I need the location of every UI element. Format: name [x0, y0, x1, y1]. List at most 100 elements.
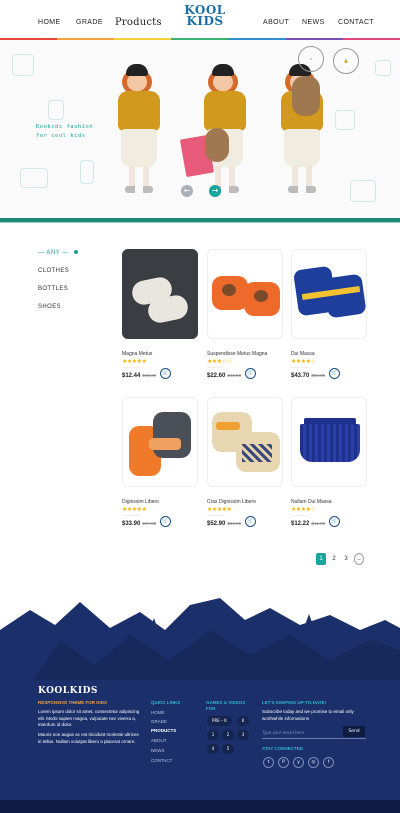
- footer-text-1: Lorem ipsum dolor sit amet, consectetur …: [38, 709, 140, 727]
- grade-chip-prek[interactable]: PRE – K: [207, 716, 232, 726]
- footer-link-contact[interactable]: CONTACT: [151, 758, 172, 763]
- hero-next-arrow-icon[interactable]: →: [209, 185, 221, 197]
- footer-link-products[interactable]: PRODUCTS: [151, 728, 176, 733]
- model-photo-1: [112, 58, 172, 218]
- doodle-icon: [48, 100, 64, 120]
- hero-tagline: Kookids fashion for cool kids: [36, 123, 93, 141]
- stamp-icon: ⌕: [298, 46, 324, 72]
- product-image[interactable]: [291, 397, 367, 487]
- pinterest-icon[interactable]: P: [278, 757, 289, 768]
- footer-link-about[interactable]: ABOUT: [151, 738, 167, 743]
- doodle-icon: [350, 180, 376, 202]
- add-to-cart-icon[interactable]: 🛒: [329, 516, 340, 527]
- add-to-cart-icon[interactable]: 🛒: [329, 368, 340, 379]
- page-1[interactable]: 1: [316, 553, 326, 565]
- add-to-cart-icon[interactable]: 🛒: [245, 516, 256, 527]
- rating-stars-icon: ★★★☆☆: [207, 358, 232, 365]
- product-card[interactable]: Nullam Dui Massa ★★★★☆ —————— $12.22 $41.…: [291, 397, 367, 527]
- footer-link-news[interactable]: NEWS: [151, 748, 165, 753]
- nav-home[interactable]: HOME: [38, 19, 61, 26]
- rating-stars-icon: ★★★★★: [207, 506, 232, 513]
- footer-link-grade[interactable]: GRADE: [151, 719, 167, 724]
- product-name[interactable]: Magna Metus: [122, 351, 198, 357]
- teddy-bear: [205, 128, 229, 162]
- category-filter: — ANY — CLOTHES BOTTLES SHOES: [38, 250, 108, 322]
- product-image[interactable]: [207, 249, 283, 339]
- review-count: ——————: [122, 365, 140, 369]
- hero-tagline-line2: for cool kids: [36, 133, 86, 139]
- review-count: ——————: [291, 365, 309, 369]
- product-name[interactable]: Nullam Dui Massa: [291, 499, 367, 505]
- youtube-icon[interactable]: y: [293, 757, 304, 768]
- product-card[interactable]: Dui Massa ★★★★☆ —————— $43.70 $50.80 🛒: [291, 249, 367, 379]
- doodle-icon: [12, 54, 34, 76]
- add-to-cart-icon[interactable]: 🛒: [160, 516, 171, 527]
- hero-prev-arrow-icon[interactable]: ←: [181, 185, 193, 197]
- grade-chip-k[interactable]: K: [237, 716, 249, 726]
- page: HOME GRADE Products KOOL KIDS ABOUT NEWS…: [0, 0, 400, 813]
- filter-any-label: — ANY —: [38, 250, 69, 256]
- product-card[interactable]: Magna Metus ★★★★★ —————— $12.44 $41.09 🛒: [122, 249, 198, 379]
- active-dot-icon: [73, 250, 78, 255]
- product-image[interactable]: [122, 249, 198, 339]
- next-page-icon[interactable]: →: [354, 553, 364, 565]
- nav-products[interactable]: Products: [115, 17, 162, 28]
- twitter-icon[interactable]: t: [263, 757, 274, 768]
- rating-stars-icon: ★★★★★: [122, 358, 147, 365]
- product-image[interactable]: [207, 397, 283, 487]
- quick-links-title: QUICK LINKS: [151, 700, 181, 705]
- filter-shoes[interactable]: SHOES: [38, 304, 108, 322]
- instagram-icon[interactable]: ◎: [308, 757, 319, 768]
- product-card[interactable]: Cras Dignissim Libero ★★★★★ —————— $52.9…: [207, 397, 283, 527]
- nav-about[interactable]: ABOUT: [263, 19, 289, 26]
- filter-any[interactable]: — ANY —: [38, 250, 108, 268]
- nav-grade[interactable]: GRADE: [76, 19, 103, 26]
- hero-divider-line: [0, 222, 400, 223]
- stamp-icon: 🔒: [333, 48, 359, 74]
- product-name[interactable]: Dignissim Libero: [122, 499, 198, 505]
- facebook-icon[interactable]: f: [323, 757, 334, 768]
- nav-contact[interactable]: CONTACT: [338, 19, 374, 26]
- product-card[interactable]: Dignissim Libero ★★★★★ —————— $33.90 $47.…: [122, 397, 198, 527]
- filter-bottles[interactable]: BOTTLES: [38, 286, 108, 304]
- logo-line2: KIDS: [186, 14, 224, 28]
- stay-connected-title: STAY CONNECTED: [262, 746, 303, 751]
- page-3[interactable]: 3: [341, 553, 351, 565]
- grade-chip-5[interactable]: 5: [222, 744, 234, 754]
- rating-stars-icon: ★★★★☆: [291, 506, 316, 513]
- product-card[interactable]: Suspendisse Metus Magna ★★★☆☆ —————— $22…: [207, 249, 283, 379]
- product-image[interactable]: [122, 397, 198, 487]
- footer: KOOLKIDS RESPONSIVE THEME FOR KIDS Lorem…: [0, 680, 400, 813]
- grade-chip-4[interactable]: 4: [207, 744, 219, 754]
- games-title: GAMES & VIDEOS FOR: [206, 700, 246, 711]
- filter-clothes[interactable]: CLOTHES: [38, 268, 108, 286]
- grade-chip-1[interactable]: 1: [207, 730, 219, 740]
- nav-news[interactable]: NEWS: [302, 19, 325, 26]
- product-name[interactable]: Suspendisse Metus Magna: [207, 351, 283, 357]
- footer-subtitle: RESPONSIVE THEME FOR KIDS: [38, 700, 108, 705]
- hero-banner: Kookids fashion for cool kids ⌕ 🔒 ← →: [0, 40, 400, 220]
- product-image[interactable]: [291, 249, 367, 339]
- review-count: ——————: [207, 513, 225, 517]
- add-to-cart-icon[interactable]: 🛒: [245, 368, 256, 379]
- grade-chip-2[interactable]: 2: [222, 730, 234, 740]
- review-count: ——————: [291, 513, 309, 517]
- teddy-bear: [292, 76, 320, 116]
- footer-bottom-bar: [0, 800, 400, 813]
- logo[interactable]: KOOL KIDS: [183, 4, 227, 28]
- page-2[interactable]: 2: [329, 553, 339, 565]
- hero-tagline-line1: Kookids fashion: [36, 124, 94, 130]
- doodle-icon: [80, 160, 94, 184]
- add-to-cart-icon[interactable]: 🛒: [160, 368, 171, 379]
- grade-chip-3[interactable]: 3: [237, 730, 249, 740]
- doodle-icon: [375, 60, 391, 76]
- newsletter-send-button[interactable]: Send: [343, 726, 365, 737]
- product-name[interactable]: Cras Dignissim Libero: [207, 499, 283, 505]
- review-count: ——————: [207, 365, 225, 369]
- doodle-icon: [20, 168, 48, 188]
- footer-link-home[interactable]: HOME: [151, 710, 165, 715]
- top-nav: HOME GRADE Products KOOL KIDS ABOUT NEWS…: [0, 0, 400, 40]
- rating-stars-icon: ★★★★★: [122, 506, 147, 513]
- footer-logo[interactable]: KOOLKIDS: [38, 686, 98, 696]
- product-name[interactable]: Dui Massa: [291, 351, 367, 357]
